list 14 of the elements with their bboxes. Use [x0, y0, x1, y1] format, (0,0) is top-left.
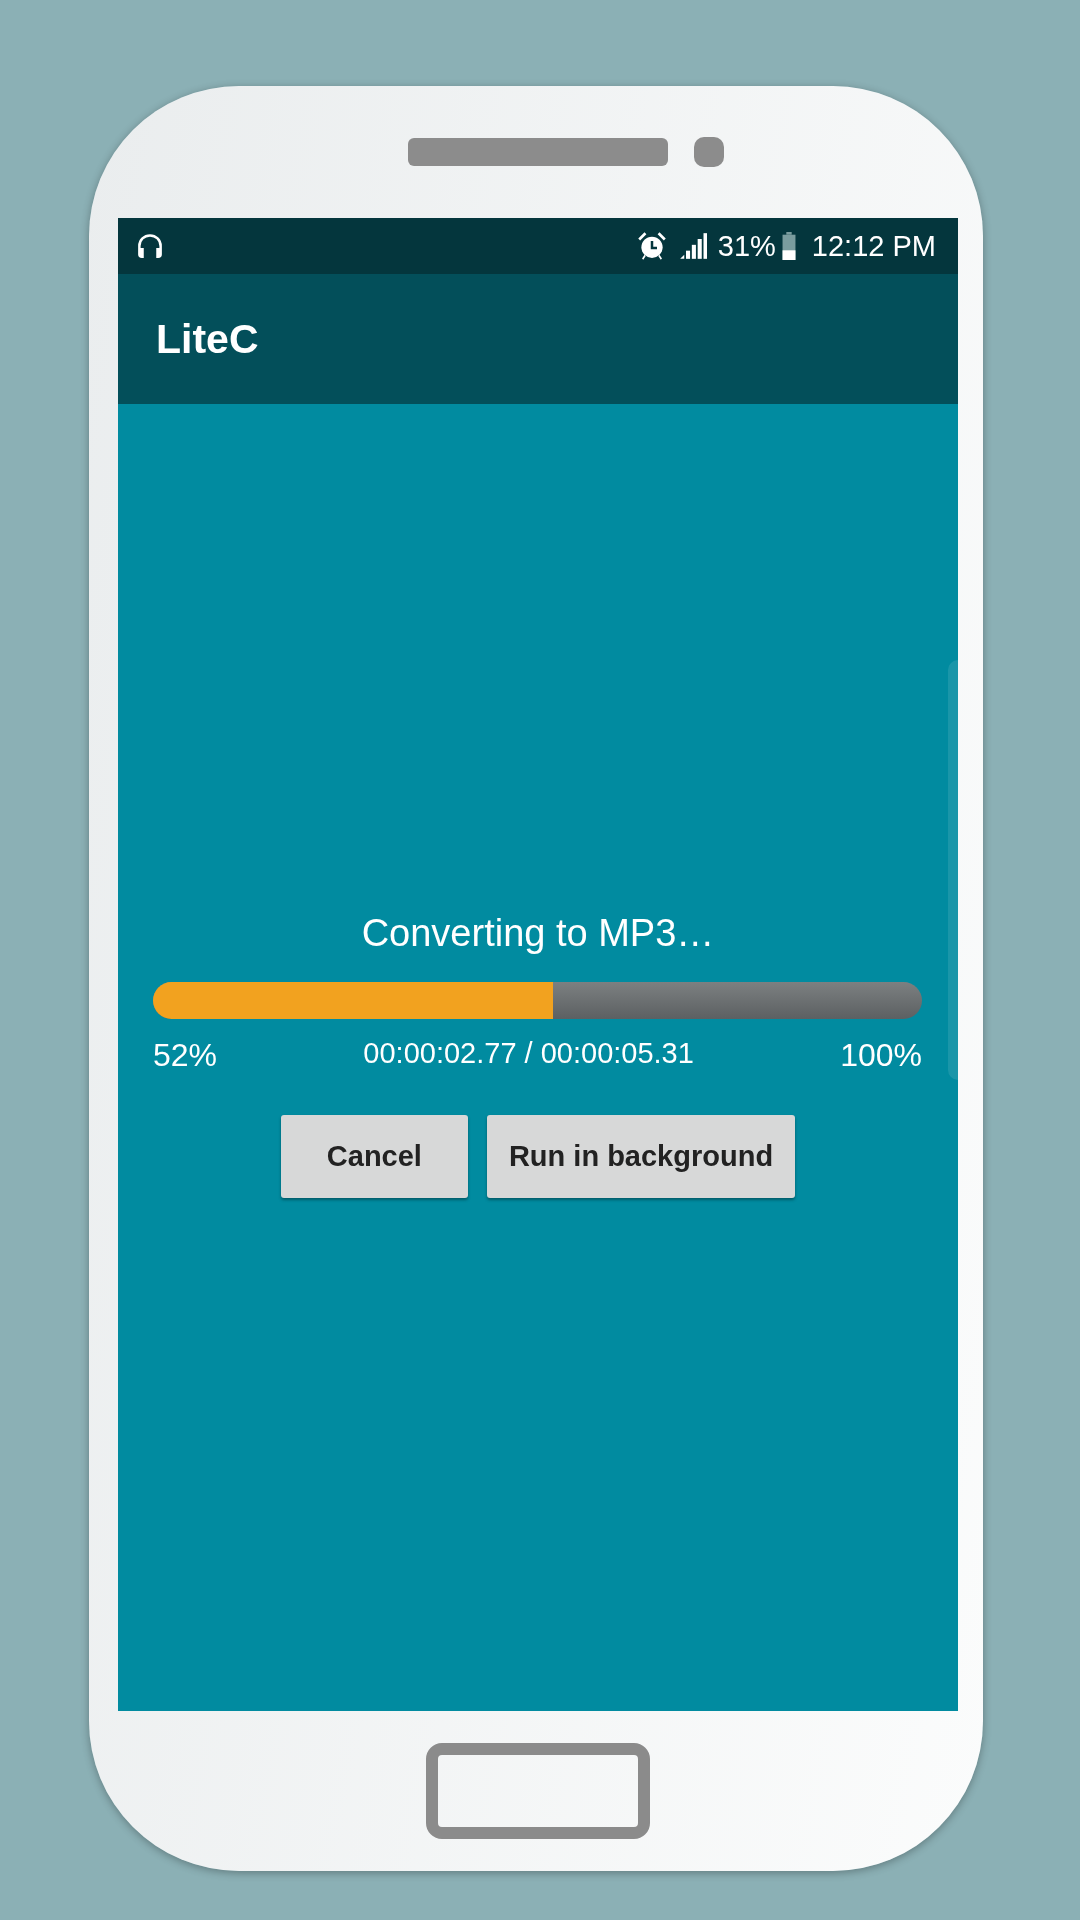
signal-icon: [678, 232, 707, 260]
clock-time: 12:12 PM: [811, 229, 936, 263]
background-button[interactable]: Run in background: [486, 1115, 796, 1198]
elapsed-total-time: 00:00:02.77 / 00:00:05.31: [363, 1036, 694, 1071]
start-percentage: 52%: [153, 1036, 218, 1075]
cancel-button[interactable]: Cancel: [280, 1115, 468, 1198]
status-message: Converting to MP3…: [361, 911, 715, 956]
battery-icon: [781, 232, 796, 260]
alarm-clock-icon: [636, 231, 667, 261]
end-percentage: 100%: [840, 1036, 922, 1075]
home-button[interactable]: [426, 1743, 650, 1839]
headphones-icon: [135, 231, 165, 261]
battery-percentage: 31%: [717, 229, 776, 263]
app-title: LiteC: [156, 315, 259, 363]
